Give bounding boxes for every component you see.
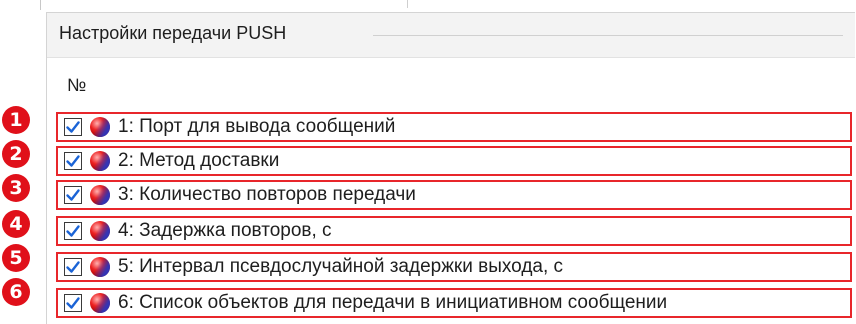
settings-row-1[interactable]: 1: Порт для вывода сообщений xyxy=(56,112,852,142)
checkmark-icon xyxy=(66,189,80,201)
settings-row-2[interactable]: 2: Метод доставки xyxy=(56,146,852,176)
red-ball-icon xyxy=(90,293,110,313)
red-ball-icon xyxy=(90,185,110,205)
row-label: 2: Метод доставки xyxy=(118,150,280,171)
row-checkbox[interactable] xyxy=(64,222,82,240)
checkmark-icon xyxy=(66,261,80,273)
red-ball-icon xyxy=(90,151,110,171)
row-checkbox[interactable] xyxy=(64,186,82,204)
row-label: 6: Список объектов для передачи в инициа… xyxy=(118,292,668,313)
red-ball-icon xyxy=(90,117,110,137)
group-header: Настройки передачи PUSH xyxy=(47,13,855,58)
row-label: 3: Количество повторов передачи xyxy=(118,184,416,205)
settings-row-5[interactable]: 5: Интервал псевдослучайной задержки вых… xyxy=(56,252,852,282)
checkmark-icon xyxy=(66,297,80,309)
checkmark-icon xyxy=(66,121,80,133)
row-label: 5: Интервал псевдослучайной задержки вых… xyxy=(118,256,564,277)
settings-row-6[interactable]: 6: Список объектов для передачи в инициа… xyxy=(56,288,852,318)
column-header-number[interactable]: № xyxy=(67,75,86,96)
row-label: 1: Порт для вывода сообщений xyxy=(118,116,396,137)
row-checkbox[interactable] xyxy=(64,294,82,312)
row-label: 4: Задержка повторов, с xyxy=(118,220,332,241)
row-checkbox[interactable] xyxy=(64,152,82,170)
callout-marker-1: 1 xyxy=(2,106,30,134)
group-title: Настройки передачи PUSH xyxy=(59,23,287,43)
row-checkbox[interactable] xyxy=(64,258,82,276)
callout-marker-3: 3 xyxy=(2,174,30,202)
callout-marker-5: 5 xyxy=(2,244,30,272)
callout-marker-2: 2 xyxy=(2,140,30,168)
group-separator-line xyxy=(373,35,843,36)
checkmark-icon xyxy=(66,155,80,167)
column-divider xyxy=(407,0,408,8)
row-checkbox[interactable] xyxy=(64,118,82,136)
red-ball-icon xyxy=(90,221,110,241)
settings-row-3[interactable]: 3: Количество повторов передачи xyxy=(56,180,852,210)
settings-row-4[interactable]: 4: Задержка повторов, с xyxy=(56,216,852,246)
screenshot-stage: Настройки передачи PUSH № 1: Порт для вы… xyxy=(0,0,856,324)
red-ball-icon xyxy=(90,257,110,277)
checkmark-icon xyxy=(66,225,80,237)
callout-marker-6: 6 xyxy=(2,278,30,306)
callout-marker-4: 4 xyxy=(2,210,30,238)
window-top-edge xyxy=(40,0,856,10)
